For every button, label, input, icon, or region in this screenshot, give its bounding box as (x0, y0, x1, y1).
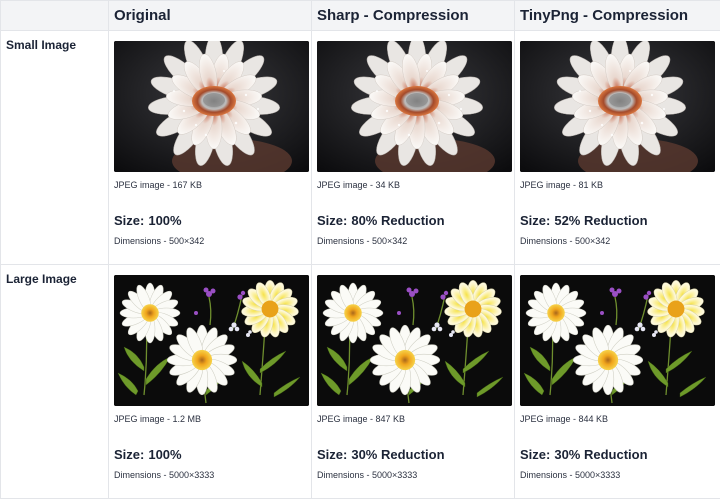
file-meta: JPEG image - 844 KB (520, 414, 720, 428)
size-value: 100% (148, 447, 181, 462)
size-label: Size: (317, 447, 347, 462)
size-value: 52% Reduction (554, 213, 647, 228)
size-label: Size: (114, 213, 144, 228)
file-meta: JPEG image - 34 KB (317, 180, 514, 194)
table-row-small-image: Small Image JPEG image - 167 KB Size: 100… (1, 31, 720, 265)
dimensions: Dimensions - 500×342 (317, 236, 514, 246)
dimensions: Dimensions - 500×342 (520, 236, 720, 246)
size-info: Size: 100% (114, 213, 311, 228)
size-info: Size: 52% Reduction (520, 213, 720, 228)
size-info: Size: 30% Reduction (317, 447, 514, 462)
size-info: Size: 80% Reduction (317, 213, 514, 228)
size-label: Size: (317, 213, 347, 228)
size-value: 100% (148, 213, 181, 228)
gerbera-flower-image (114, 41, 309, 172)
dimensions: Dimensions - 5000×3333 (520, 470, 720, 480)
size-value: 80% Reduction (351, 213, 444, 228)
table-row-large-image: Large Image JPEG image - 1.2 MB Size: 100… (1, 265, 720, 499)
dimensions: Dimensions - 500×342 (114, 236, 311, 246)
header-tinypng-compression: TinyPng - Compression (515, 1, 720, 31)
header-sharp-compression: Sharp - Compression (312, 1, 515, 31)
header-corner (1, 1, 109, 31)
size-value: 30% Reduction (351, 447, 444, 462)
cell-large-tinypng: JPEG image - 844 KB Size: 30% Reduction D… (515, 265, 720, 499)
file-meta: JPEG image - 847 KB (317, 414, 514, 428)
size-label: Size: (520, 447, 550, 462)
size-value: 30% Reduction (554, 447, 647, 462)
size-info: Size: 100% (114, 447, 311, 462)
row-label-small-image: Small Image (1, 31, 109, 265)
dimensions: Dimensions - 5000×3333 (114, 470, 311, 480)
file-meta: JPEG image - 167 KB (114, 180, 311, 194)
size-info: Size: 30% Reduction (520, 447, 720, 462)
daisy-bouquet-image (317, 275, 512, 406)
comparison-table: Original Sharp - Compression TinyPng - C… (0, 0, 720, 499)
file-meta: JPEG image - 81 KB (520, 180, 720, 194)
header-row: Original Sharp - Compression TinyPng - C… (1, 1, 720, 31)
size-label: Size: (114, 447, 144, 462)
daisy-bouquet-image (520, 275, 715, 406)
cell-small-tinypng: JPEG image - 81 KB Size: 52% Reduction Di… (515, 31, 720, 265)
cell-small-original: JPEG image - 167 KB Size: 100% Dimensions… (109, 31, 312, 265)
dimensions: Dimensions - 5000×3333 (317, 470, 514, 480)
cell-large-original: JPEG image - 1.2 MB Size: 100% Dimensions… (109, 265, 312, 499)
cell-small-sharp: JPEG image - 34 KB Size: 80% Reduction Di… (312, 31, 515, 265)
header-original: Original (109, 1, 312, 31)
gerbera-flower-image (520, 41, 715, 172)
daisy-bouquet-image (114, 275, 309, 406)
gerbera-flower-image (317, 41, 512, 172)
row-label-large-image: Large Image (1, 265, 109, 499)
cell-large-sharp: JPEG image - 847 KB Size: 30% Reduction D… (312, 265, 515, 499)
size-label: Size: (520, 213, 550, 228)
file-meta: JPEG image - 1.2 MB (114, 414, 311, 428)
